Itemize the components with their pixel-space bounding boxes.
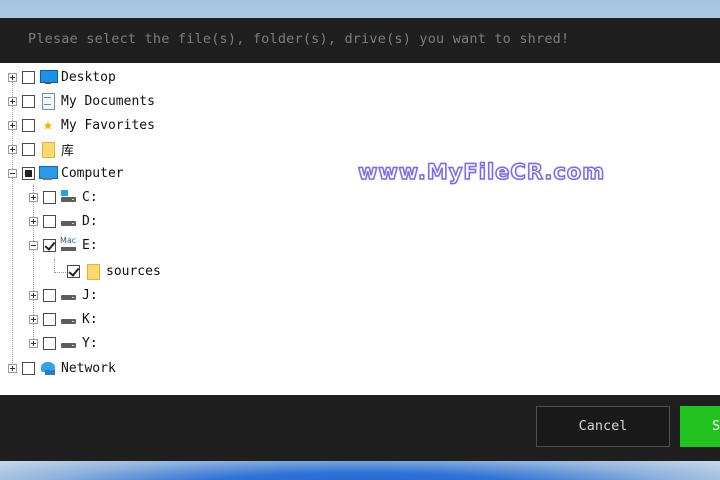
- expand-icon[interactable]: [8, 96, 17, 106]
- expand-icon[interactable]: [8, 120, 17, 130]
- tree-item-label: E:: [82, 237, 98, 253]
- tree-item-label: 库: [61, 143, 75, 159]
- drive-icon: [60, 213, 78, 229]
- tree-item-label: J:: [82, 287, 98, 303]
- document-icon: [39, 93, 57, 110]
- drive-c-checkbox[interactable]: [43, 190, 56, 204]
- expand-icon[interactable]: [29, 290, 38, 300]
- tree-item-sources[interactable]: sources: [67, 260, 161, 282]
- drive-e-checkbox[interactable]: [43, 238, 56, 252]
- tree-item-computer[interactable]: Computer: [8, 162, 124, 184]
- tree-item-drive-j[interactable]: J:: [29, 284, 98, 306]
- drive-d-checkbox[interactable]: [43, 214, 56, 228]
- tree-item-label: Desktop: [61, 69, 116, 85]
- expand-icon[interactable]: [29, 314, 38, 324]
- folder-icon: [84, 263, 102, 280]
- drive-icon: [60, 311, 78, 327]
- dialog-prompt: Plesae select the file(s), folder(s), dr…: [0, 18, 720, 63]
- tree-item-desktop[interactable]: Desktop: [8, 66, 116, 88]
- tree-item-drive-y[interactable]: Y:: [29, 332, 98, 354]
- expand-icon[interactable]: [29, 216, 38, 226]
- my-documents-checkbox[interactable]: [22, 94, 35, 108]
- folder-icon: [39, 141, 57, 158]
- tree-item-label: My Favorites: [61, 117, 155, 133]
- network-icon: [39, 360, 57, 376]
- tree-item-drive-e[interactable]: Mac E:: [29, 234, 98, 256]
- cancel-button[interactable]: Cancel: [536, 406, 670, 447]
- collapse-icon[interactable]: [29, 240, 38, 250]
- mac-drive-label: Mac: [60, 236, 77, 245]
- expand-icon[interactable]: [8, 144, 17, 154]
- file-tree: Desktop My Documents ★ My Favorites 库 Co…: [0, 63, 720, 395]
- tree-item-network[interactable]: Network: [8, 357, 116, 379]
- drive-y-checkbox[interactable]: [43, 336, 56, 350]
- tree-item-label: Network: [61, 360, 116, 376]
- tree-item-label: C:: [82, 189, 98, 205]
- computer-icon: [39, 165, 58, 181]
- expand-icon[interactable]: [29, 338, 38, 348]
- library-checkbox[interactable]: [22, 142, 35, 156]
- drive-j-checkbox[interactable]: [43, 288, 56, 302]
- watermark-text: www.MyFileCR.com: [357, 159, 606, 185]
- tree-guide-line: [54, 272, 66, 273]
- system-drive-icon: [60, 189, 78, 205]
- drive-k-checkbox[interactable]: [43, 312, 56, 326]
- tree-item-drive-c[interactable]: C:: [29, 186, 98, 208]
- tree-item-drive-d[interactable]: D:: [29, 210, 98, 232]
- network-checkbox[interactable]: [22, 361, 35, 375]
- tree-item-label: sources: [106, 263, 161, 279]
- my-favorites-checkbox[interactable]: [22, 118, 35, 132]
- computer-checkbox[interactable]: [22, 166, 35, 180]
- sources-checkbox[interactable]: [67, 264, 80, 278]
- drive-icon: [60, 335, 78, 351]
- expand-icon[interactable]: [29, 192, 38, 202]
- tree-item-label: Computer: [61, 165, 124, 181]
- desktop-checkbox[interactable]: [22, 70, 35, 84]
- star-icon: ★: [42, 115, 54, 135]
- tree-item-label: Y:: [82, 335, 98, 351]
- shred-select-dialog: Plesae select the file(s), folder(s), dr…: [0, 18, 720, 461]
- tree-item-my-favorites[interactable]: ★ My Favorites: [8, 114, 155, 136]
- expand-icon[interactable]: [8, 363, 17, 373]
- mac-drive-icon: Mac: [60, 237, 78, 253]
- desktop-icon: [39, 69, 58, 85]
- shred-button[interactable]: Shred: [680, 406, 720, 447]
- tree-guide-line: [54, 259, 55, 273]
- tree-item-drive-k[interactable]: K:: [29, 308, 98, 330]
- drive-icon: [60, 287, 78, 303]
- tree-item-my-documents[interactable]: My Documents: [8, 90, 155, 112]
- collapse-icon[interactable]: [8, 168, 17, 178]
- tree-item-label: D:: [82, 213, 98, 229]
- tree-item-library[interactable]: 库: [8, 138, 74, 160]
- dialog-footer: Cancel Shred: [0, 395, 720, 461]
- tree-item-label: My Documents: [61, 93, 155, 109]
- tree-item-label: K:: [82, 311, 98, 327]
- expand-icon[interactable]: [8, 72, 17, 82]
